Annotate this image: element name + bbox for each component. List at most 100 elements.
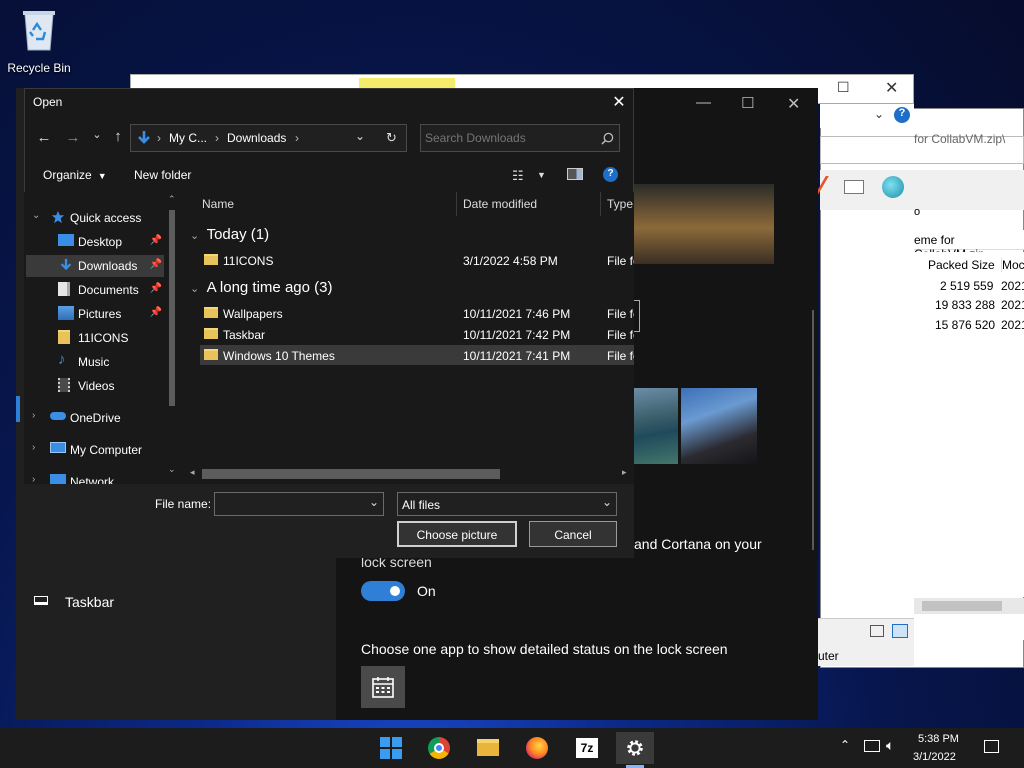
file-name-combobox[interactable]: ⌄ [214, 492, 384, 516]
settings-scrollbar[interactable] [812, 310, 814, 550]
search-icon[interactable] [601, 132, 614, 145]
navigation-scroll-thumb[interactable] [169, 210, 175, 406]
choose-picture-button[interactable]: Choose picture [397, 521, 517, 547]
search-box[interactable] [420, 124, 620, 152]
scroll-up-icon[interactable]: ⌃ [168, 194, 176, 205]
forward-button[interactable]: → [64, 129, 82, 146]
refresh-icon[interactable]: ↻ [386, 130, 397, 146]
minimize-icon[interactable]: — [696, 94, 711, 111]
group-today[interactable]: ⌄ Today (1) [190, 226, 269, 243]
file-list-horizontal-scrollbar[interactable]: ◂ ▸ [188, 466, 634, 482]
taskbar-7zip[interactable]: 7z [568, 732, 606, 764]
navigation-scrollbar[interactable]: ⌃ ⌄ [166, 194, 178, 475]
chevron-down-icon[interactable]: ⌄ [190, 283, 199, 295]
breadcrumb-chevron-icon[interactable]: › [295, 131, 299, 145]
column-header-date[interactable]: Date modified [463, 197, 537, 211]
taskbar-file-explorer[interactable] [469, 732, 507, 764]
zip-horizontal-scrollbar[interactable] [914, 598, 1024, 614]
tree-network[interactable]: › Network [32, 471, 172, 484]
clock-time[interactable]: 5:38 PM [918, 733, 959, 745]
tree-desktop[interactable]: Desktop 📌 [32, 231, 172, 253]
cancel-button[interactable]: Cancel [529, 521, 617, 547]
address-dropdown-icon[interactable]: ⌄ [355, 129, 365, 143]
clock-date[interactable]: 3/1/2022 [913, 751, 956, 763]
column-header-type[interactable]: Type [607, 197, 634, 211]
large-icons-view-icon[interactable] [892, 624, 908, 638]
pin-icon[interactable]: 📌 [150, 235, 162, 246]
edit-icon[interactable] [814, 176, 842, 196]
start-button[interactable] [372, 732, 410, 764]
chevron-right-icon[interactable]: › [32, 410, 35, 421]
chevron-down-icon[interactable]: ⌄ [190, 230, 199, 242]
view-options-icon[interactable]: ☷ [512, 168, 524, 184]
taskbar-firefox[interactable] [518, 732, 556, 764]
preview-pane-icon[interactable] [567, 168, 583, 180]
maximize-icon[interactable]: ☐ [741, 94, 754, 112]
file-name-input[interactable] [218, 496, 366, 512]
background-thumbnail-1[interactable] [634, 388, 678, 464]
breadcrumb-chevron-icon[interactable]: › [157, 131, 161, 145]
new-folder-button[interactable]: New folder [134, 168, 191, 182]
file-row[interactable]: 11ICONS 3/1/2022 4:58 PM File folder [200, 250, 634, 270]
chevron-right-icon[interactable]: › [32, 442, 35, 453]
recent-locations-chevron-icon[interactable]: ⌄ [88, 128, 106, 141]
sidebar-item-taskbar[interactable]: Taskbar [16, 588, 336, 616]
recycle-bin-shortcut[interactable]: Recycle Bin [4, 6, 74, 75]
settings-browse-control[interactable] [634, 300, 640, 332]
file-row[interactable]: Taskbar 10/11/2021 7:42 PM File folder [200, 324, 634, 344]
maximize-icon[interactable]: ☐ [837, 79, 850, 96]
file-row[interactable]: Wallpapers 10/11/2021 7:46 PM File folde… [200, 303, 634, 323]
close-icon[interactable]: ✕ [885, 78, 898, 98]
tree-my-computer[interactable]: › My Computer [32, 439, 172, 461]
pin-icon[interactable]: 📌 [150, 259, 162, 270]
up-button[interactable]: ↑ [109, 128, 127, 145]
organize-button[interactable]: Organize ▼ [43, 168, 107, 182]
breadcrumb-my-computer[interactable]: My C... [169, 131, 207, 145]
help-icon[interactable]: ? [603, 167, 618, 182]
taskbar-chrome[interactable] [420, 732, 458, 764]
chevron-down-icon[interactable]: ⌄ [369, 495, 379, 509]
group-long-time-ago[interactable]: ⌄ A long time ago (3) [190, 279, 332, 296]
chevron-down-icon[interactable]: ⌄ [874, 107, 884, 121]
address-bar[interactable]: › My C... › Downloads › ⌄ ↻ [130, 124, 407, 152]
file-type-select[interactable]: All files ⌄ [397, 492, 617, 516]
zip-col-modified[interactable]: Moc [1001, 258, 1024, 272]
pin-icon[interactable]: 📌 [150, 283, 162, 294]
calendar-app-button[interactable] [361, 666, 405, 708]
notification-icon[interactable] [984, 740, 999, 753]
background-thumbnail-2[interactable] [681, 388, 757, 464]
taskbar-settings[interactable] [616, 732, 654, 764]
chevron-down-icon[interactable]: ⌄ [32, 210, 40, 221]
chevron-right-icon[interactable]: › [32, 474, 35, 484]
zip-scroll-thumb[interactable] [922, 601, 1002, 611]
help-icon[interactable]: ? [894, 107, 910, 123]
scroll-down-icon[interactable]: ⌄ [168, 464, 176, 475]
breadcrumb-downloads[interactable]: Downloads [227, 131, 286, 145]
tree-videos[interactable]: Videos [32, 375, 172, 397]
column-header-name[interactable]: Name [202, 197, 234, 211]
show-hidden-icons-chevron[interactable]: ⌃ [840, 738, 850, 752]
tree-pictures[interactable]: Pictures 📌 [32, 303, 172, 325]
tree-11icons[interactable]: 11ICONS [32, 327, 172, 349]
close-icon[interactable]: ✕ [787, 94, 800, 114]
search-input[interactable] [425, 128, 595, 148]
tree-music[interactable]: ♪ Music [32, 351, 172, 373]
file-list-scroll-thumb[interactable] [202, 469, 500, 479]
pin-icon[interactable]: 📌 [150, 307, 162, 318]
scroll-right-icon[interactable]: ▸ [622, 467, 627, 478]
tree-quick-access[interactable]: ⌄ Quick access [32, 207, 172, 229]
tree-onedrive[interactable]: › OneDrive [32, 407, 172, 429]
cortana-toggle[interactable] [361, 581, 405, 601]
network-icon[interactable] [864, 740, 880, 752]
column-separator[interactable] [600, 192, 601, 216]
tree-documents[interactable]: Documents 📌 [32, 279, 172, 301]
details-view-icon[interactable] [870, 625, 884, 637]
back-button[interactable]: ← [35, 129, 53, 146]
chevron-down-icon[interactable]: ⌄ [602, 495, 612, 509]
file-row-selected[interactable]: Windows 10 Themes 10/11/2021 7:41 PM Fil… [200, 345, 634, 365]
volume-icon[interactable]: 🔈︎ [886, 737, 894, 754]
column-separator[interactable] [456, 192, 457, 216]
globe-icon[interactable] [882, 176, 904, 198]
zip-col-packed-size[interactable]: Packed Size [928, 258, 995, 272]
info-icon[interactable] [844, 180, 864, 194]
